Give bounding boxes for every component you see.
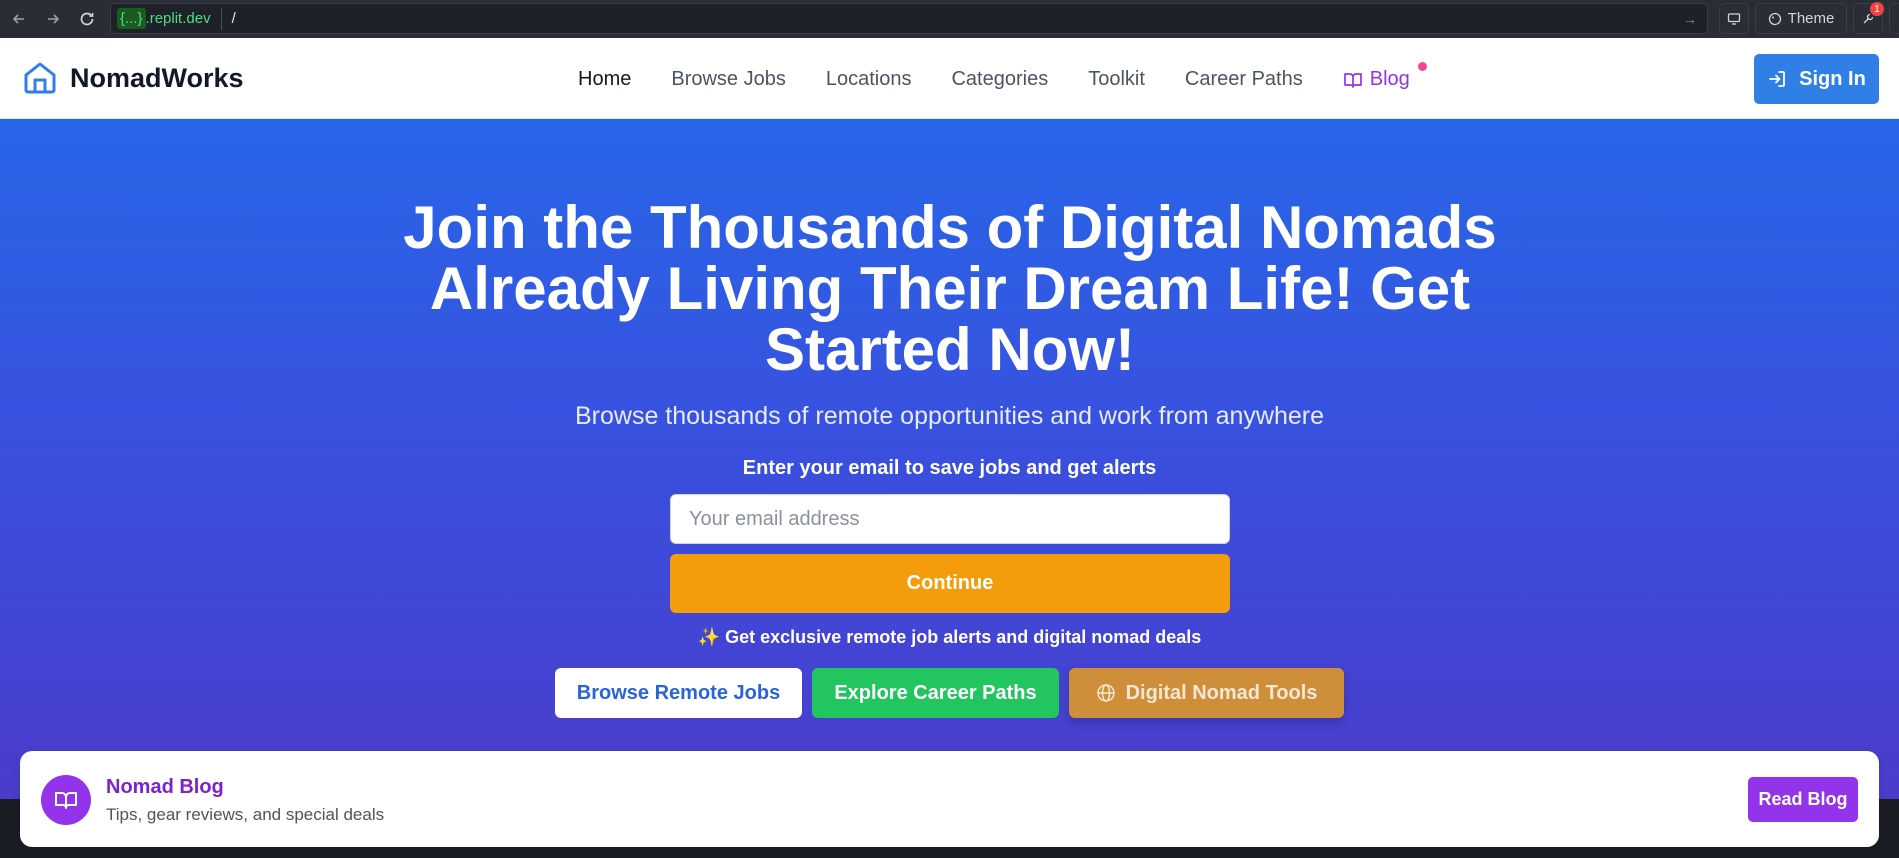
nav-blog[interactable]: Blog — [1343, 62, 1427, 91]
alerts-note: ✨ Get exclusive remote job alerts and di… — [697, 627, 1202, 647]
hero-subtitle: Browse thousands of remote opportunities… — [575, 402, 1324, 430]
globe-icon — [1096, 684, 1115, 702]
nav-home[interactable]: Home — [578, 68, 631, 91]
forward-icon[interactable] — [38, 4, 68, 34]
nav-browse-jobs[interactable]: Browse Jobs — [671, 68, 786, 91]
brand-logo[interactable]: NomadWorks — [22, 60, 244, 96]
overflow-button[interactable] — [1889, 3, 1899, 34]
url-divider — [220, 7, 222, 30]
read-blog-button[interactable]: Read Blog — [1748, 777, 1858, 822]
blog-banner-subtitle: Tips, gear reviews, and special deals — [106, 805, 385, 824]
nav-toolkit[interactable]: Toolkit — [1088, 68, 1145, 91]
theme-button[interactable]: Theme — [1755, 3, 1847, 34]
login-icon — [1769, 71, 1786, 87]
sign-in-label: Sign In — [1799, 67, 1866, 90]
nav-locations[interactable]: Locations — [826, 68, 912, 91]
home-icon — [24, 62, 56, 94]
main-nav: Home Browse Jobs Locations Categories To… — [578, 62, 1450, 91]
hero-title: Join the Thousands of Digital Nomads Alr… — [403, 194, 1497, 383]
address-bar[interactable]: {...} .replit.dev / → — [110, 3, 1708, 34]
hero-section: Join the Thousands of Digital Nomads Alr… — [0, 119, 1899, 799]
nav-blog-label: Blog — [1369, 68, 1410, 90]
continue-button[interactable]: Continue — [670, 554, 1230, 613]
blog-banner: Nomad Blog Tips, gear reviews, and speci… — [20, 751, 1879, 847]
reload-icon[interactable] — [72, 4, 102, 34]
go-arrow-icon[interactable]: → — [1683, 11, 1697, 27]
sign-in-button[interactable]: Sign In — [1754, 54, 1879, 104]
book-open-icon — [41, 775, 91, 825]
theme-label: Theme — [1787, 10, 1835, 27]
email-signup-label: Enter your email to save jobs and get al… — [742, 457, 1157, 479]
brand-name: NomadWorks — [70, 62, 244, 93]
nav-categories[interactable]: Categories — [951, 68, 1048, 91]
digital-nomad-tools-button[interactable]: Digital Nomad Tools — [1069, 668, 1344, 718]
devtools-button[interactable]: 1 — [1853, 2, 1884, 34]
back-icon[interactable] — [4, 4, 34, 34]
devices-icon[interactable] — [1719, 3, 1749, 34]
new-indicator-dot — [1417, 62, 1427, 71]
digital-nomad-tools-label: Digital Nomad Tools — [1125, 681, 1318, 704]
palette-icon — [1768, 12, 1781, 25]
hero-cta-group: Browse Remote Jobs Explore Career Paths … — [555, 668, 1344, 718]
browse-remote-jobs-button[interactable]: Browse Remote Jobs — [555, 668, 802, 718]
book-icon — [1343, 72, 1362, 88]
notification-badge: 1 — [1870, 2, 1884, 16]
browser-actions: Theme 1 — [1719, 2, 1899, 34]
browser-toolbar: {...} .replit.dev / → Theme 1 — [0, 0, 1899, 38]
nav-career-paths[interactable]: Career Paths — [1185, 68, 1303, 91]
email-input[interactable] — [670, 494, 1230, 544]
url-domain: .replit.dev — [145, 10, 211, 27]
explore-career-paths-button[interactable]: Explore Career Paths — [812, 668, 1059, 718]
site-header: NomadWorks Home Browse Jobs Locations Ca… — [0, 38, 1899, 119]
blog-banner-title: Nomad Blog — [106, 776, 224, 798]
url-path: / — [231, 10, 236, 27]
url-host: {...} — [117, 8, 146, 29]
